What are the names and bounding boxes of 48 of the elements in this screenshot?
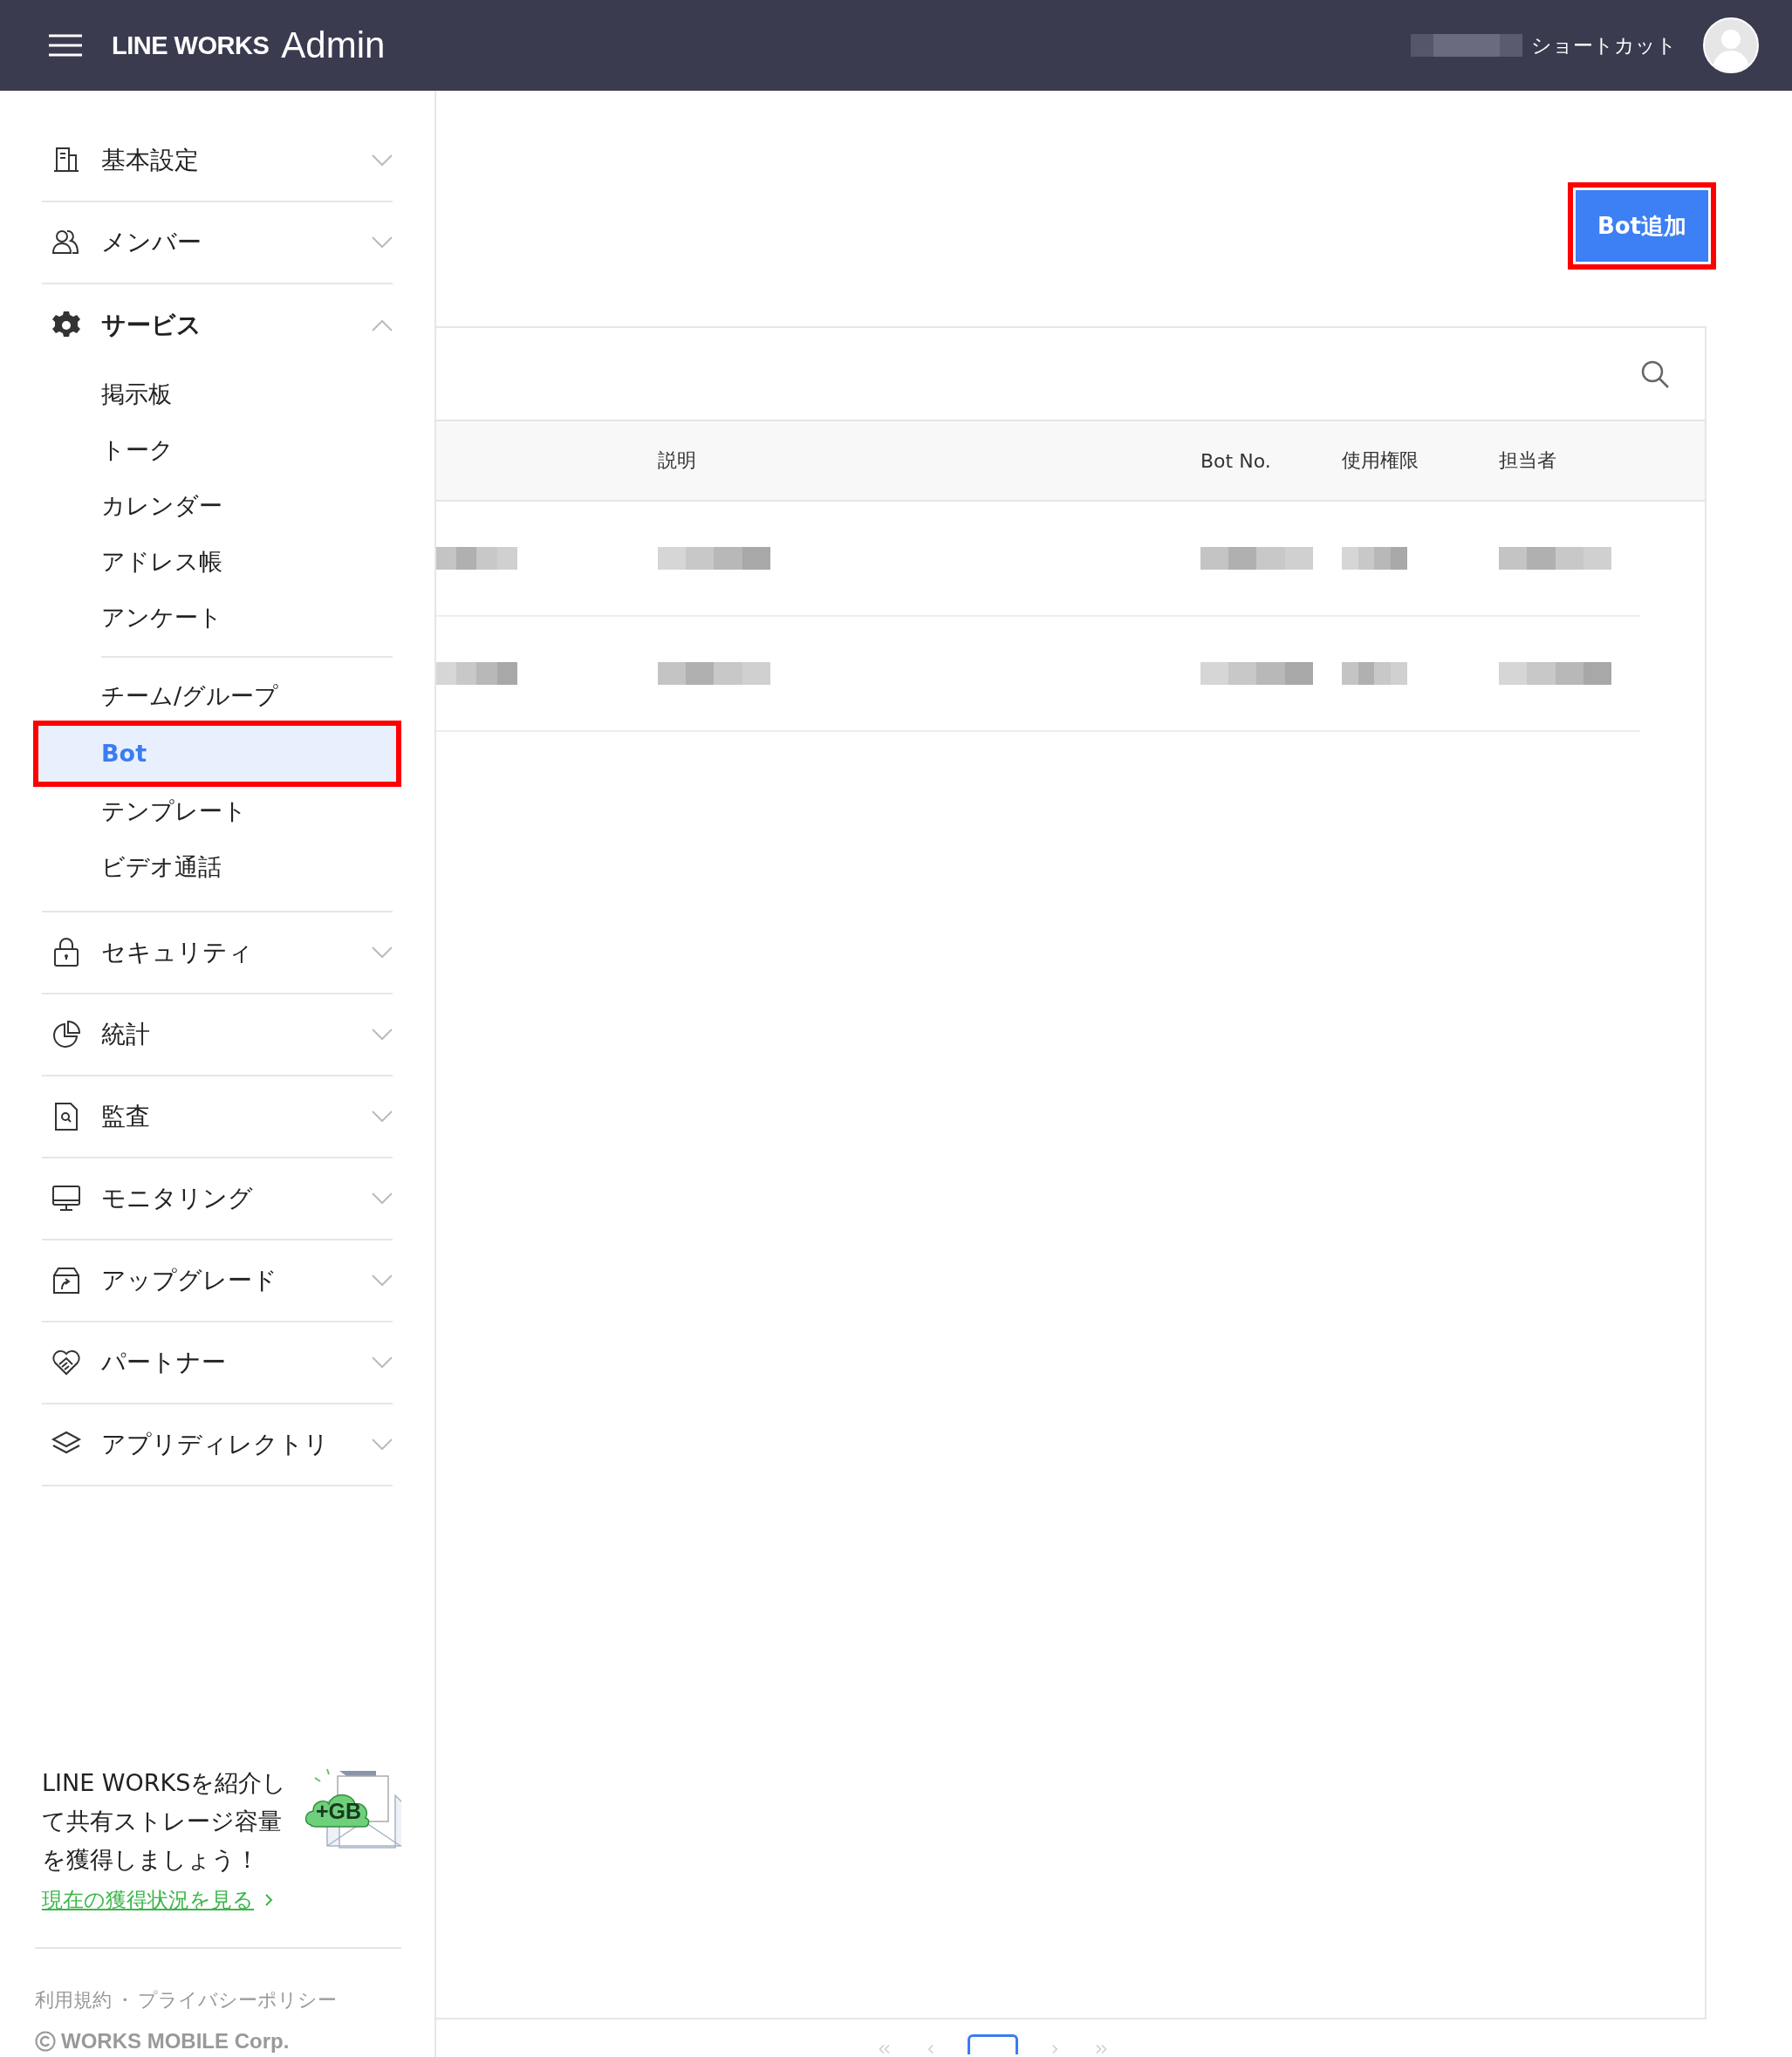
chevron-down-icon [372,1028,393,1041]
page-button[interactable] [968,2034,1018,2054]
chevron-down-icon [372,1357,393,1369]
submenu-item[interactable]: ビデオ通話 [42,839,393,895]
submenu-item[interactable]: アドレス帳 [42,534,393,590]
column-header: 使用権限 [1342,449,1419,471]
chevron-down-icon [372,1439,393,1451]
menu-section[interactable]: セキュリティ [42,912,393,994]
submenu-item[interactable]: トーク [42,422,393,478]
gb-badge-text: +GB [316,1799,362,1824]
submenu-item[interactable]: アンケート [42,590,393,646]
submenu-item[interactable]: 掲示板 [42,366,393,422]
menu-section[interactable]: サービス [42,284,393,366]
chevron-down-icon [372,236,393,249]
shortcut-link[interactable]: ショートカット [1531,31,1677,59]
menu-section[interactable]: 監査 [42,1076,393,1158]
add-bot-button[interactable]: Bot追加 [1576,190,1708,262]
menu-section[interactable]: 統計 [42,994,393,1076]
chevron-down-icon [372,154,393,167]
menu-section[interactable]: アップグレード [42,1240,393,1322]
menu-icon[interactable] [49,34,82,57]
chevron-up-icon [372,319,393,331]
column-header: Bot No. [1200,449,1271,472]
pie-chart-icon [51,1019,82,1050]
submenu-item[interactable]: チーム/グループ [42,668,393,724]
menu-section[interactable]: パートナー [42,1322,393,1404]
separator-text: ・ [115,1988,134,2013]
submenu-item[interactable]: カレンダー [42,478,393,534]
chevron-down-icon [372,1275,393,1287]
promo-text: LINE WORKSを紹介して共有ストレージ容量を獲得しましょう！ [41,1768,288,1875]
menu-section[interactable]: 基本設定 [42,120,393,202]
logo-product-text: Admin [281,24,386,66]
submenu-item[interactable]: テンプレート [42,783,393,839]
chevron-down-icon [372,1111,393,1123]
menu-section[interactable]: アプリディレクトリ [42,1404,393,1486]
avatar-icon[interactable] [1703,17,1759,73]
copyright-text: WORKS MOBILE Corp. [61,2029,290,2054]
box-arrow-icon [51,1265,82,1296]
menu-section[interactable]: メンバー [42,202,393,284]
chevron-down-icon [372,1193,393,1205]
column-header: 説明 [658,449,696,471]
search-icon[interactable] [1640,359,1670,389]
copyright-icon [35,2031,56,2052]
menu-section[interactable]: モニタリング [42,1158,393,1240]
chevron-down-icon [372,946,393,959]
column-header: 担当者 [1499,449,1556,471]
chevron-right-icon [264,1893,273,1907]
logo-text: LINE WORKS [112,31,270,60]
